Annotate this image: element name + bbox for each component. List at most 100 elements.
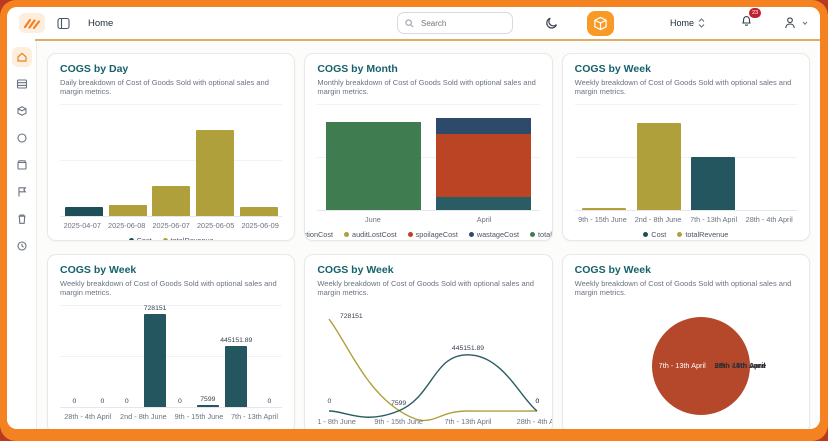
- chart-card: COGS by Week Weekly breakdown of Cost of…: [562, 254, 810, 429]
- brand-logo[interactable]: [19, 13, 45, 33]
- bar-group: [149, 104, 193, 216]
- bar-value-label: 0: [267, 398, 271, 405]
- user-icon: [782, 15, 798, 31]
- notification-badge: 23: [749, 8, 761, 18]
- sidebar-item-status-circle[interactable]: [12, 128, 32, 148]
- bar-totalRevenue[interactable]: [109, 205, 147, 216]
- bar-series[interactable]: [197, 405, 219, 407]
- legend-label: totalRevenue: [171, 236, 214, 241]
- x-axis-label: June: [317, 215, 428, 224]
- legend-item: auditLostCost: [344, 230, 397, 239]
- x-axis-labels: 28th - 4th April2nd - 8th June9th - 15th…: [60, 412, 282, 421]
- chart-legend: productionCostauditLostCostspoilageCostw…: [317, 230, 539, 239]
- card-subtitle: Weekly breakdown of Cost of Goods Sold w…: [575, 78, 797, 96]
- x-axis-label: 9th - 15th June: [171, 412, 227, 421]
- swoosh-logo-icon: [23, 17, 41, 29]
- chart-area: 9th - 15th June2nd - 8th June7th - 13th …: [575, 104, 797, 239]
- line-series-Cost[interactable]: [329, 355, 537, 417]
- legend-swatch: [408, 232, 413, 237]
- x-axis-label: 2nd - 8th June: [116, 412, 172, 421]
- bar-series[interactable]: [144, 314, 166, 407]
- top-navbar: Home Home: [7, 7, 820, 39]
- legend-item: wastageCost: [469, 230, 519, 239]
- bar-slot: 0: [258, 305, 280, 407]
- chart-card: COGS by Week Weekly breakdown of Cost of…: [562, 53, 810, 241]
- legend-label: Cost: [158, 427, 173, 429]
- line-plot: [317, 305, 549, 429]
- x-axis-label: 2nd - 8th June: [630, 215, 686, 224]
- flag-icon: [16, 186, 28, 198]
- x-axis-label: 1 - 8th June: [317, 417, 356, 426]
- x-axis-label: April: [429, 215, 540, 224]
- bar-value-label: 7599: [200, 396, 215, 403]
- bar-segment-wastageCost[interactable]: [436, 118, 531, 134]
- card-subtitle: Daily breakdown of Cost of Goods Sold wi…: [60, 78, 282, 96]
- bar-totalRevenue[interactable]: [152, 186, 190, 216]
- page-select-value: Home: [670, 18, 694, 28]
- card-title: COGS by Week: [575, 63, 797, 75]
- legend-item: Cost: [643, 230, 666, 239]
- bars-layer: [575, 104, 797, 210]
- sidebar-item-inventory[interactable]: [12, 74, 32, 94]
- dark-mode-toggle[interactable]: [543, 14, 561, 32]
- legend-swatch: [469, 232, 474, 237]
- sidebar-toggle-button[interactable]: [55, 15, 72, 32]
- stacked-bar[interactable]: [436, 118, 531, 210]
- user-menu[interactable]: [782, 15, 808, 31]
- main-content: COGS by Day Daily breakdown of Cost of G…: [37, 41, 820, 429]
- sidebar-item-trash[interactable]: [12, 209, 32, 229]
- stacked-bar[interactable]: [326, 122, 421, 210]
- sidebar-item-home[interactable]: [12, 47, 32, 67]
- search-input[interactable]: [419, 18, 493, 29]
- bar-group: [193, 104, 237, 216]
- chevron-updown-icon: [698, 18, 705, 28]
- notifications-button[interactable]: 23: [739, 13, 754, 33]
- legend-label: Cost: [651, 230, 666, 239]
- bar-slot: 7599: [197, 305, 219, 407]
- line-series-totalRevenue[interactable]: [329, 319, 537, 420]
- chart-card: COGS by Week Weekly breakdown of Cost of…: [304, 254, 552, 429]
- bar-totalRevenue[interactable]: [582, 208, 626, 210]
- x-axis-label: 7th - 13th April: [444, 417, 491, 426]
- sidebar-item-box[interactable]: [12, 155, 32, 175]
- legend-swatch: [677, 232, 682, 237]
- bar-Cost[interactable]: [225, 346, 247, 407]
- bar-totalRevenue[interactable]: [240, 207, 278, 216]
- bar-totalRevenue[interactable]: [196, 130, 234, 216]
- bar-Cost[interactable]: [65, 207, 103, 216]
- clock-icon: [16, 240, 28, 252]
- bar-segment-totalRevenue[interactable]: [326, 122, 421, 210]
- search-box[interactable]: [397, 12, 513, 34]
- card-subtitle: Weekly breakdown of Cost of Goods Sold w…: [60, 279, 282, 297]
- legend-label: totalRevenue: [685, 230, 728, 239]
- bar-Cost[interactable]: [691, 157, 735, 210]
- sidebar-item-package[interactable]: [12, 101, 32, 121]
- panel-toggle-icon: [57, 17, 70, 30]
- bar-value-label: 0: [72, 398, 76, 405]
- bar-segment-productionCost[interactable]: [436, 197, 531, 210]
- bar-totalRevenue[interactable]: [637, 123, 681, 210]
- sidebar-item-flag[interactable]: [12, 182, 32, 202]
- bar-group: [237, 104, 281, 216]
- legend-swatch: [344, 232, 349, 237]
- bar-value-label: 0: [100, 398, 104, 405]
- legend-item: productionCost: [304, 230, 333, 239]
- legend-item: totalRevenue: [163, 236, 214, 241]
- card-subtitle: Weekly breakdown of Cost of Goods Sold w…: [575, 279, 797, 297]
- bar-segment-spoilageCost[interactable]: [436, 134, 531, 197]
- x-axis-labels: 9th - 15th June2nd - 8th June7th - 13th …: [575, 215, 797, 224]
- app-launcher-button[interactable]: [587, 11, 614, 36]
- card-title: COGS by Week: [317, 264, 539, 276]
- chevron-down-icon: [802, 20, 808, 26]
- x-axis-label: 9th - 15th June: [575, 215, 631, 224]
- bars-layer: [317, 104, 539, 210]
- legend-label: wastageCost: [477, 230, 519, 239]
- chart-legend: CosttotalRevenue: [60, 236, 282, 241]
- card-title: COGS by Day: [60, 63, 282, 75]
- sidebar-item-clock[interactable]: [12, 236, 32, 256]
- x-axis-label: 28th - 4th April: [60, 412, 116, 421]
- x-axis-label: 2025-06-08: [104, 221, 148, 230]
- app-frame: Home Home: [0, 0, 828, 441]
- page-select[interactable]: Home: [664, 17, 711, 29]
- x-axis-labels: JuneApril: [317, 215, 539, 224]
